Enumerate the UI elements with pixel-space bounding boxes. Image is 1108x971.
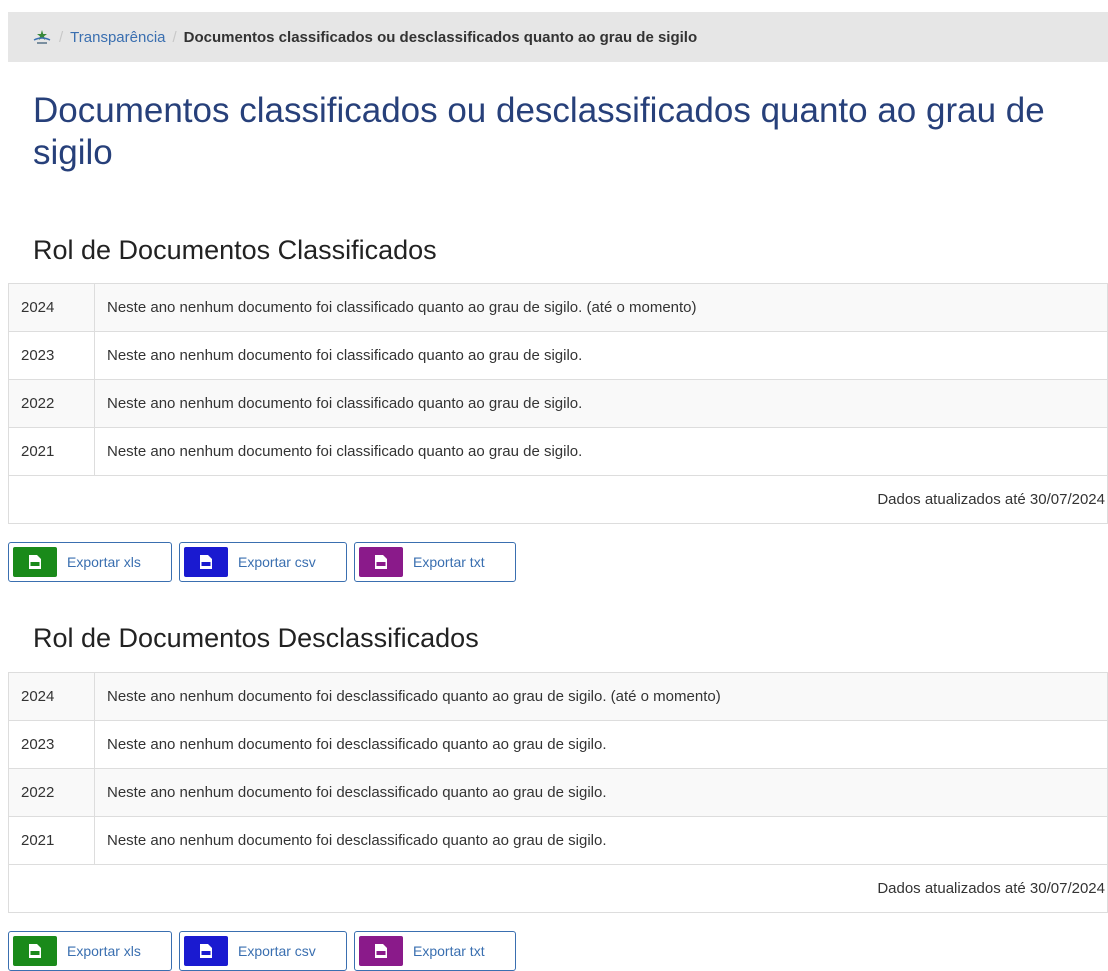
table-row: 2022 Neste ano nenhum documento foi desc… xyxy=(8,768,1108,817)
home-logo-icon[interactable] xyxy=(32,27,52,47)
export-xls-button[interactable]: Exportar xls xyxy=(8,931,172,971)
table-row: 2023 Neste ano nenhum documento foi desc… xyxy=(8,720,1108,769)
description-cell: Neste ano nenhum documento foi desclassi… xyxy=(94,816,1108,865)
year-cell: 2024 xyxy=(8,672,95,721)
xls-file-icon xyxy=(13,936,57,966)
export-csv-button[interactable]: Exportar csv xyxy=(179,542,347,582)
table-row: 2024 Neste ano nenhum documento foi clas… xyxy=(8,283,1108,332)
csv-file-icon xyxy=(184,547,228,577)
description-cell: Neste ano nenhum documento foi desclassi… xyxy=(94,720,1108,769)
export-buttons-desclassificados: Exportar xls Exportar csv Exportar txt xyxy=(8,931,516,971)
export-xls-label: Exportar xls xyxy=(67,943,141,959)
breadcrumb-current: Documentos classificados ou desclassific… xyxy=(183,28,698,46)
breadcrumb: / Transparência / Documentos classificad… xyxy=(8,12,1108,62)
table-footer-row: Dados atualizados até 30/07/2024 xyxy=(8,864,1108,913)
table-row: 2021 Neste ano nenhum documento foi clas… xyxy=(8,427,1108,476)
table-row: 2024 Neste ano nenhum documento foi desc… xyxy=(8,672,1108,721)
description-cell: Neste ano nenhum documento foi desclassi… xyxy=(94,672,1108,721)
table-footer-row: Dados atualizados até 30/07/2024 xyxy=(8,475,1108,524)
description-cell: Neste ano nenhum documento foi classific… xyxy=(94,331,1108,380)
export-xls-button[interactable]: Exportar xls xyxy=(8,542,172,582)
export-csv-label: Exportar csv xyxy=(238,943,316,959)
export-xls-label: Exportar xls xyxy=(67,554,141,570)
section-title-classificados: Rol de Documentos Classificados xyxy=(33,235,437,265)
description-cell: Neste ano nenhum documento foi classific… xyxy=(94,283,1108,332)
classified-table: 2024 Neste ano nenhum documento foi clas… xyxy=(8,283,1108,524)
export-txt-label: Exportar txt xyxy=(413,943,485,959)
year-cell: 2022 xyxy=(8,379,95,428)
xls-file-icon xyxy=(13,547,57,577)
declassified-table: 2024 Neste ano nenhum documento foi desc… xyxy=(8,672,1108,913)
export-txt-button[interactable]: Exportar txt xyxy=(354,931,516,971)
page-title: Documentos classificados ou desclassific… xyxy=(33,91,1045,172)
year-cell: 2024 xyxy=(8,283,95,332)
export-buttons-classificados: Exportar xls Exportar csv Exportar txt xyxy=(8,542,516,582)
export-csv-label: Exportar csv xyxy=(238,554,316,570)
table-row: 2022 Neste ano nenhum documento foi clas… xyxy=(8,379,1108,428)
breadcrumb-link-transparencia[interactable]: Transparência xyxy=(70,29,165,46)
updated-date-note: Dados atualizados até 30/07/2024 xyxy=(8,475,1108,524)
export-txt-button[interactable]: Exportar txt xyxy=(354,542,516,582)
description-cell: Neste ano nenhum documento foi classific… xyxy=(94,427,1108,476)
breadcrumb-separator: / xyxy=(59,28,64,46)
description-cell: Neste ano nenhum documento foi desclassi… xyxy=(94,768,1108,817)
description-cell: Neste ano nenhum documento foi classific… xyxy=(94,379,1108,428)
year-cell: 2022 xyxy=(8,768,95,817)
export-csv-button[interactable]: Exportar csv xyxy=(179,931,347,971)
txt-file-icon xyxy=(359,547,403,577)
txt-file-icon xyxy=(359,936,403,966)
section-title-desclassificados: Rol de Documentos Desclassificados xyxy=(33,623,479,653)
breadcrumb-separator: / xyxy=(172,28,177,46)
table-row: 2021 Neste ano nenhum documento foi desc… xyxy=(8,816,1108,865)
year-cell: 2021 xyxy=(8,816,95,865)
year-cell: 2021 xyxy=(8,427,95,476)
year-cell: 2023 xyxy=(8,720,95,769)
updated-date-note: Dados atualizados até 30/07/2024 xyxy=(8,864,1108,913)
year-cell: 2023 xyxy=(8,331,95,380)
export-txt-label: Exportar txt xyxy=(413,554,485,570)
table-row: 2023 Neste ano nenhum documento foi clas… xyxy=(8,331,1108,380)
csv-file-icon xyxy=(184,936,228,966)
